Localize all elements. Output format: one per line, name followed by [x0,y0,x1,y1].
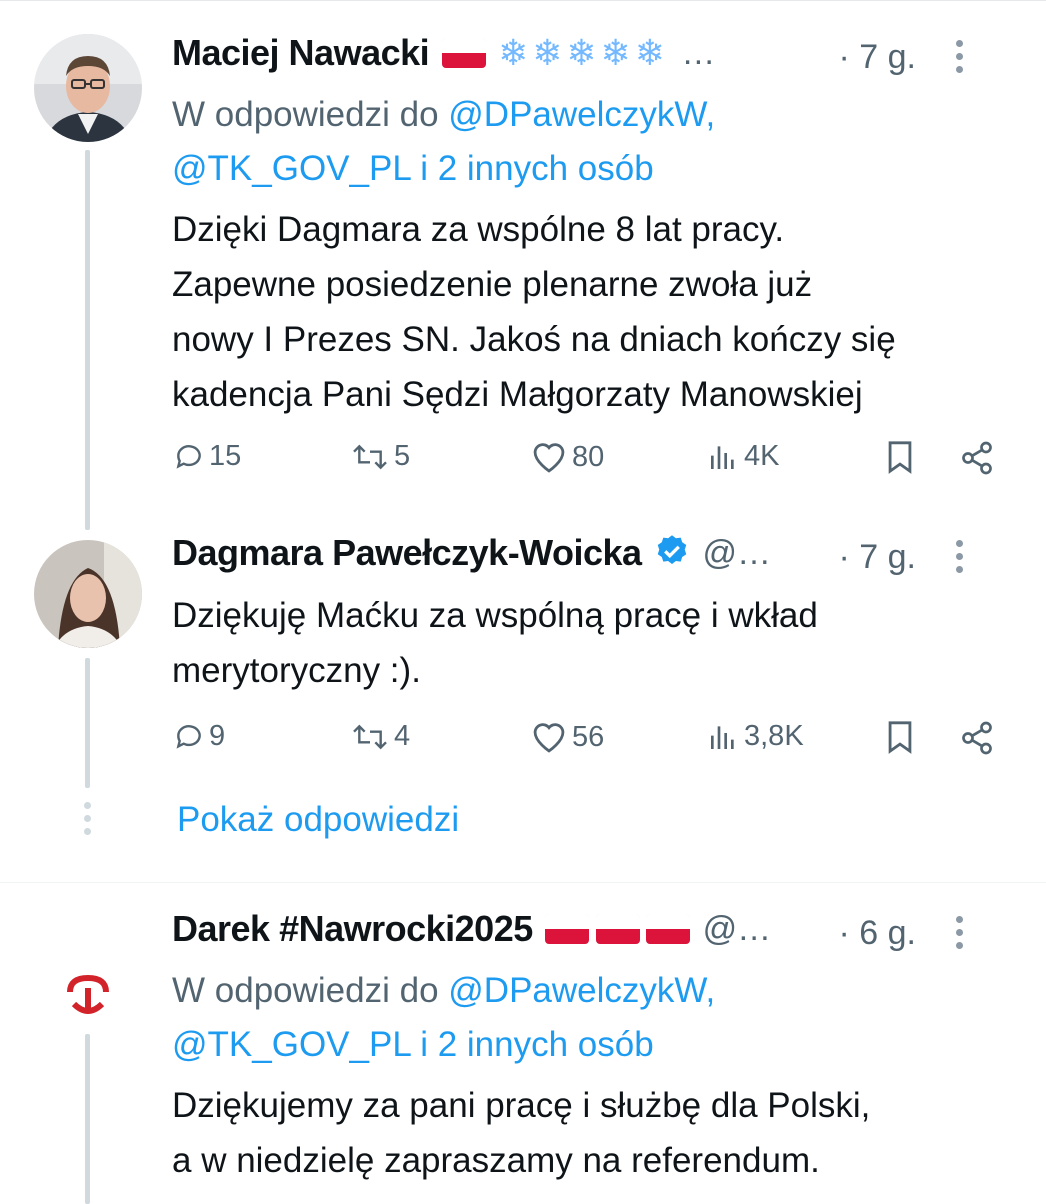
avatar[interactable] [34,34,142,142]
bookmark-icon [888,721,912,754]
tweet-text-line: Dziękuję Maćku za wspólną pracę i wkład [172,596,818,635]
share-button[interactable] [958,440,1000,476]
reply-mention-link[interactable]: @DPawelczykW, [448,95,715,134]
views-count: 3,8K [744,720,804,752]
tweet-text: Dziękujemy za pani pracę i służbę dla Po… [172,1078,1006,1188]
reply-mention-link[interactable]: @TK_GOV_PL i 2 innych osób [172,1025,654,1064]
views-icon [711,445,734,469]
reply-context: W odpowiedzi do @DPawelczykW, @TK_GOV_PL… [172,964,1006,1072]
reply-count: 9 [209,720,226,752]
divider [0,882,1046,883]
poland-flag-icon [646,914,691,944]
more-options-icon[interactable] [956,40,964,79]
more-options-icon[interactable] [956,540,964,579]
reply-context: W odpowiedzi do @DPawelczykW, @TK_GOV_PL… [172,88,1006,196]
show-replies-link[interactable]: Pokaż odpowiedzi [177,800,459,840]
timestamp[interactable]: · 7 g. [839,538,916,577]
avatar[interactable] [34,540,142,648]
reply-prefix: W odpowiedzi do [172,95,449,134]
repost-count: 4 [394,720,411,752]
tweet-text-line: merytoryczny :). [172,651,421,690]
reply-mention-link[interactable]: @DPawelczykW, [448,971,715,1010]
timestamp[interactable]: · 6 g. [839,914,916,953]
bookmark-button[interactable] [884,720,920,754]
tweet-text-line: a w niedzielę zapraszamy na referendum. [172,1141,820,1180]
tweet-text: Dzięki Dagmara za wspólne 8 lat pracy. Z… [172,202,1006,422]
like-count: 56 [572,720,605,753]
kotwica-anchor-icon [34,914,142,1022]
handle[interactable]: @… [702,534,771,573]
thread-line [85,1034,90,1204]
heart-icon [533,723,565,753]
like-count: 80 [572,440,605,473]
author-name[interactable]: Maciej Nawacki [172,32,430,74]
views-button[interactable]: 3,8K [706,720,804,753]
tweet-text-line: Dziękujemy za pani pracę i służbę dla Po… [172,1086,871,1125]
reply-button[interactable]: 15 [173,440,241,473]
poland-flag-icon [441,38,486,68]
tweet-dagmara-pawelczyk-woicka[interactable]: Dagmara Pawełczyk-Woicka @… · 7 g. Dzięk… [0,520,1046,880]
bookmark-button[interactable] [884,440,920,474]
snowflake-icons: ❄❄❄❄❄ [498,32,669,73]
tweet-text: Dziękuję Maćku za wspólną pracę i wkład … [172,588,1006,698]
tweet-text-line: nowy I Prezes SN. Jakoś na dniach kończy… [172,320,896,359]
thread-continuation-dots [84,802,92,841]
reply-button[interactable]: 9 [173,720,225,753]
handle[interactable]: … [681,34,715,73]
views-count: 4K [744,440,780,472]
like-button[interactable]: 56 [530,720,604,754]
reply-icon [176,444,201,469]
tweet-text-line: Dzięki Dagmara za wspólne 8 lat pracy. [172,210,785,249]
author-name[interactable]: Darek #Nawrocki2025 [172,908,533,950]
bookmark-icon [888,441,912,474]
tweet-text-line: Zapewne posiedzenie plenarne zwoła już [172,265,813,304]
avatar[interactable] [34,914,142,1022]
tweet-maciej-nawacki[interactable]: Maciej Nawacki ❄❄❄❄❄ … · 7 g. W odpowied… [0,0,1046,530]
heart-icon [533,443,565,473]
avatar-maciej-icon [34,34,142,142]
repost-count: 5 [394,440,411,472]
share-button[interactable] [958,720,1000,756]
reply-icon [176,724,201,749]
verified-badge-icon [654,533,690,574]
timestamp[interactable]: · 7 g. [839,38,916,77]
repost-icon [353,444,387,469]
share-icon [962,441,992,475]
repost-icon [353,724,387,749]
reply-mention-link[interactable]: @TK_GOV_PL i 2 innych osób [172,149,654,188]
avatar-dagmara-icon [34,540,142,648]
reply-prefix: W odpowiedzi do [172,971,449,1010]
repost-button[interactable]: 4 [350,720,410,753]
reply-count: 15 [209,440,242,472]
views-button[interactable]: 4K [706,440,779,473]
tweet-text-line: kadencja Pani Sędzi Małgorzaty Manowskie… [172,375,863,414]
poland-flag-icon [595,914,640,944]
more-options-icon[interactable] [956,916,964,955]
author-name[interactable]: Dagmara Pawełczyk-Woicka [172,532,642,574]
handle[interactable]: @… [703,910,772,949]
share-icon [962,721,992,755]
repost-button[interactable]: 5 [350,440,410,473]
views-icon [711,725,734,749]
poland-flag-icon [545,914,590,944]
like-button[interactable]: 80 [530,440,604,474]
tweet-darek-nawrocki2025[interactable]: Darek #Nawrocki2025 @… · 6 g. W odpowied… [0,884,1046,1204]
